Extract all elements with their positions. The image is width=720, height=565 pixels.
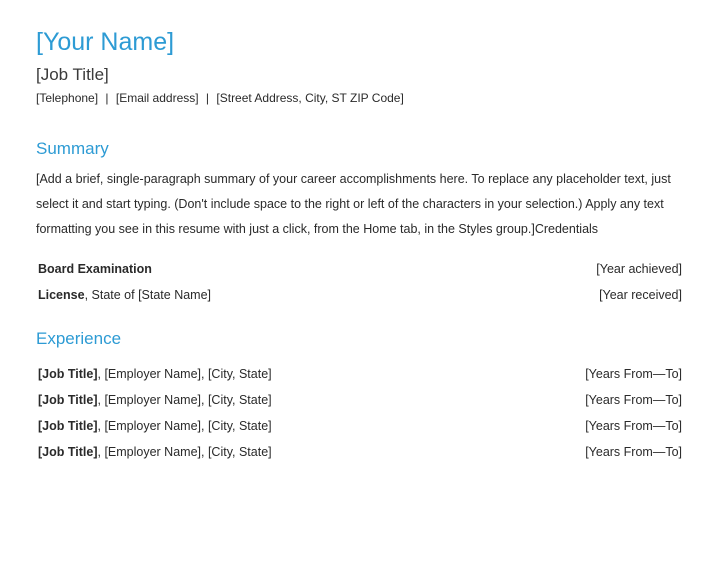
- contact-email: [Email address]: [116, 91, 199, 105]
- credentials-list: Board Examination [Year achieved] Licens…: [36, 256, 684, 309]
- summary-heading: Summary: [36, 139, 684, 159]
- experience-row: [Job Title], [Employer Name], [City, Sta…: [36, 361, 684, 387]
- name-heading: [Your Name]: [36, 28, 684, 57]
- experience-heading: Experience: [36, 329, 684, 349]
- credential-label: Board Examination: [38, 256, 152, 282]
- experience-years: [Years From—To]: [585, 361, 682, 387]
- credential-bold: Board Examination: [38, 262, 152, 276]
- experience-rest: , [Employer Name], [City, State]: [98, 445, 272, 459]
- experience-years: [Years From—To]: [585, 413, 682, 439]
- credential-bold: License: [38, 288, 85, 302]
- credential-rest: , State of [State Name]: [85, 288, 211, 302]
- experience-rest: , [Employer Name], [City, State]: [98, 393, 272, 407]
- contact-address: [Street Address, City, ST ZIP Code]: [216, 91, 403, 105]
- experience-title: [Job Title]: [38, 393, 98, 407]
- experience-list: [Job Title], [Employer Name], [City, Sta…: [36, 361, 684, 466]
- credential-year: [Year achieved]: [596, 256, 682, 282]
- credential-row: Board Examination [Year achieved]: [36, 256, 684, 282]
- experience-row: [Job Title], [Employer Name], [City, Sta…: [36, 413, 684, 439]
- experience-rest: , [Employer Name], [City, State]: [98, 419, 272, 433]
- separator: |: [206, 91, 209, 105]
- experience-title: [Job Title]: [38, 445, 98, 459]
- experience-row: [Job Title], [Employer Name], [City, Sta…: [36, 387, 684, 413]
- summary-body: [Add a brief, single-paragraph summary o…: [36, 167, 684, 242]
- experience-label: [Job Title], [Employer Name], [City, Sta…: [38, 413, 272, 439]
- job-title-heading: [Job Title]: [36, 65, 684, 85]
- credential-label: License, State of [State Name]: [38, 282, 211, 308]
- credential-year: [Year received]: [599, 282, 682, 308]
- experience-row: [Job Title], [Employer Name], [City, Sta…: [36, 439, 684, 465]
- contact-phone: [Telephone]: [36, 91, 98, 105]
- credential-row: License, State of [State Name] [Year rec…: [36, 282, 684, 308]
- separator: |: [105, 91, 108, 105]
- experience-rest: , [Employer Name], [City, State]: [98, 367, 272, 381]
- experience-label: [Job Title], [Employer Name], [City, Sta…: [38, 439, 272, 465]
- experience-label: [Job Title], [Employer Name], [City, Sta…: [38, 361, 272, 387]
- contact-line: [Telephone] | [Email address] | [Street …: [36, 91, 684, 105]
- experience-years: [Years From—To]: [585, 387, 682, 413]
- experience-years: [Years From—To]: [585, 439, 682, 465]
- experience-title: [Job Title]: [38, 419, 98, 433]
- experience-label: [Job Title], [Employer Name], [City, Sta…: [38, 387, 272, 413]
- experience-title: [Job Title]: [38, 367, 98, 381]
